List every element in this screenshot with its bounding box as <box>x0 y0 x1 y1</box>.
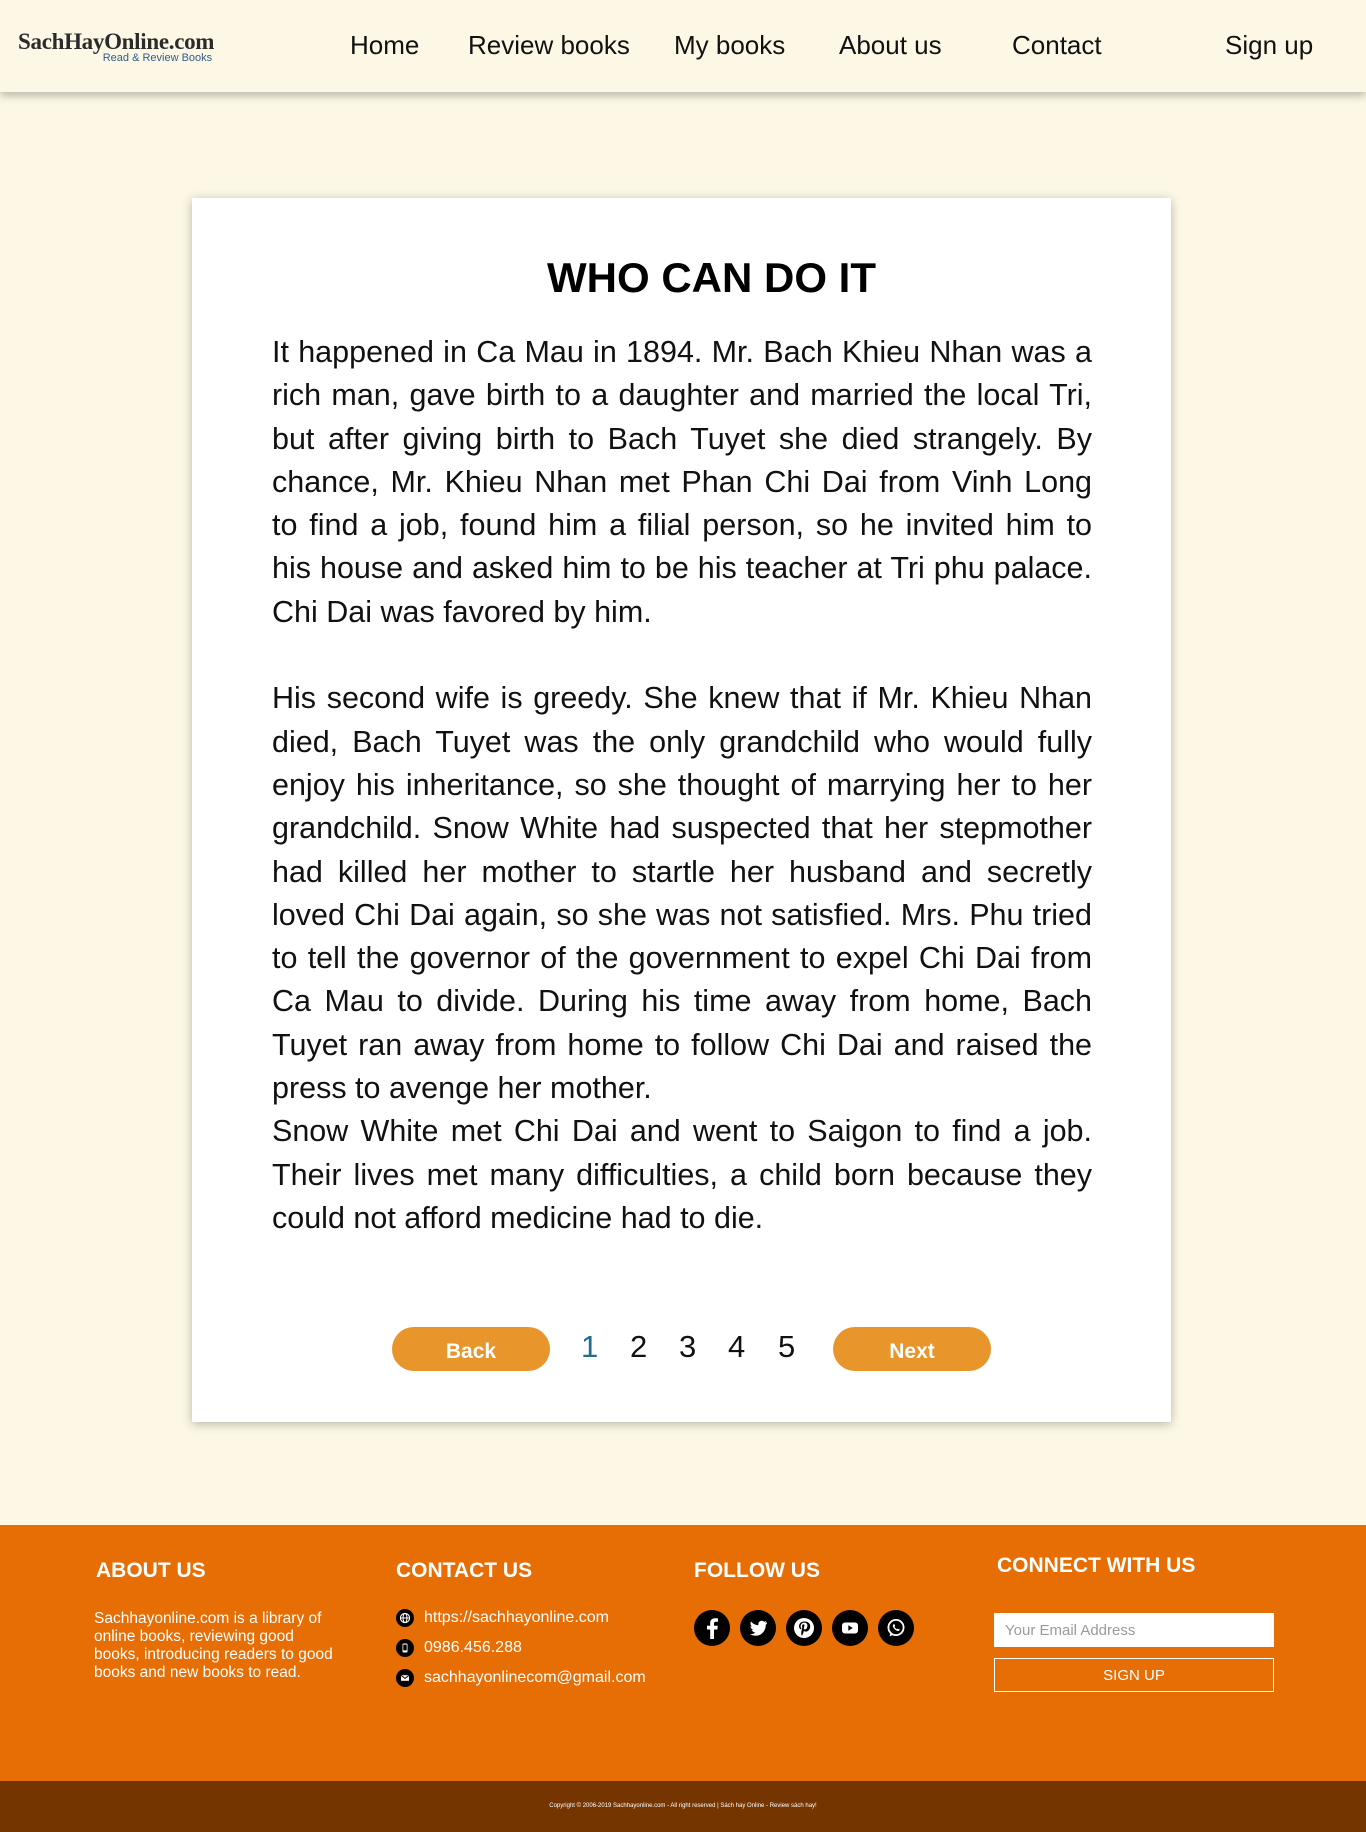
contact-email[interactable]: sachhayonlinecom@gmail.com <box>396 1669 646 1687</box>
story-body: It happened in Ca Mau in 1894. Mr. Bach … <box>272 331 1092 1240</box>
page-link-3[interactable]: 3 <box>679 1329 696 1365</box>
page-link-4[interactable]: 4 <box>728 1329 745 1365</box>
footer-about-text: Sachhayonline.com is a library of online… <box>94 1610 333 1681</box>
twitter-icon[interactable] <box>740 1610 776 1646</box>
story-title: WHO CAN DO IT <box>547 254 876 301</box>
contact-phone-text: 0986.456.288 <box>424 1639 522 1656</box>
phone-icon <box>396 1639 414 1657</box>
site-footer: ABOUT US Sachhayonline.com is a library … <box>0 1525 1366 1781</box>
site-header: SachHayOnline.com Read & Review Books Ho… <box>0 0 1366 92</box>
logo-tagline: Read & Review Books <box>102 52 213 64</box>
copyright-text: Copyright © 2006-2019 Sachhayonline.com … <box>549 1803 817 1809</box>
page-link-2[interactable]: 2 <box>630 1329 647 1365</box>
page-link-5[interactable]: 5 <box>778 1329 795 1365</box>
pagination: Back 1 2 3 4 5 Next <box>192 1327 1171 1373</box>
nav-home[interactable]: Home <box>350 30 419 61</box>
facebook-icon[interactable] <box>694 1610 730 1646</box>
youtube-icon[interactable] <box>832 1610 868 1646</box>
story-paragraph: His second wife is greedy. She knew that… <box>272 681 1092 1106</box>
social-links <box>694 1610 924 1646</box>
footer-follow-heading: FOLLOW US <box>694 1559 820 1582</box>
next-button[interactable]: Next <box>833 1327 991 1371</box>
contact-email-text: sachhayonlinecom@gmail.com <box>424 1669 646 1686</box>
whatsapp-icon[interactable] <box>878 1610 914 1646</box>
logo-title: SachHayOnline.com <box>18 29 215 54</box>
contact-website[interactable]: https://sachhayonline.com <box>396 1609 609 1627</box>
footer-about-heading: ABOUT US <box>96 1559 206 1582</box>
pinterest-icon[interactable] <box>786 1610 822 1646</box>
nav-sign-up[interactable]: Sign up <box>1225 30 1313 61</box>
newsletter-signup-button[interactable]: SIGN UP <box>994 1658 1274 1692</box>
contact-website-text: https://sachhayonline.com <box>424 1609 609 1626</box>
nav-contact[interactable]: Contact <box>1012 30 1102 61</box>
story-card: WHO CAN DO IT It happened in Ca Mau in 1… <box>192 198 1171 1422</box>
footer-contact-heading: CONTACT US <box>396 1559 533 1582</box>
nav-my-books[interactable]: My books <box>674 30 785 61</box>
globe-icon <box>396 1609 414 1627</box>
page-link-1[interactable]: 1 <box>581 1329 598 1365</box>
nav-review-books[interactable]: Review books <box>468 30 630 61</box>
footer-connect-heading: CONNECT WITH US <box>997 1554 1196 1577</box>
mail-icon <box>396 1669 414 1687</box>
story-paragraph: It happened in Ca Mau in 1894. Mr. Bach … <box>272 335 1092 629</box>
back-button[interactable]: Back <box>392 1327 550 1371</box>
contact-phone[interactable]: 0986.456.288 <box>396 1639 522 1657</box>
copyright-bar: Copyright © 2006-2019 Sachhayonline.com … <box>0 1781 1366 1832</box>
site-logo[interactable]: SachHayOnline.com Read & Review Books <box>18 30 214 64</box>
newsletter-email-input[interactable] <box>994 1613 1274 1647</box>
story-paragraph: Snow White met Chi Dai and went to Saigo… <box>272 1114 1092 1235</box>
nav-about-us[interactable]: About us <box>839 30 942 61</box>
